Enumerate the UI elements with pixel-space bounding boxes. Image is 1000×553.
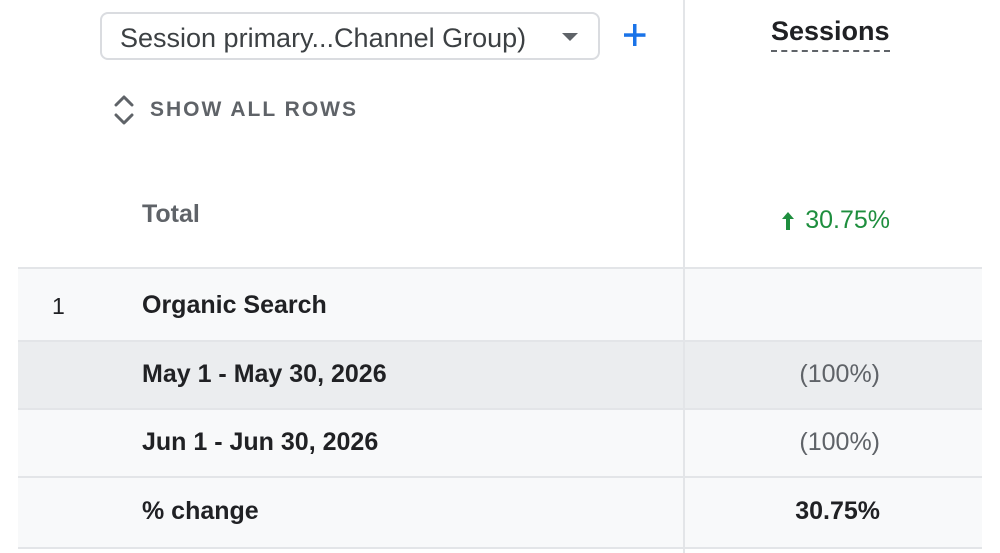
row-label: Jun 1 - Jun 30, 2026 bbox=[142, 428, 379, 456]
arrow-up-icon bbox=[782, 211, 795, 230]
caret-down-icon bbox=[562, 33, 578, 41]
row-value: (100%) bbox=[799, 428, 880, 456]
table-row[interactable]: 1 Organic Search bbox=[18, 267, 982, 340]
dimension-dropdown-label: Session primary...Channel Group) bbox=[120, 23, 527, 53]
total-change: 30.75% bbox=[781, 206, 890, 235]
row-label: Organic Search bbox=[142, 291, 327, 319]
column-divider bbox=[683, 342, 685, 408]
row-label: % change bbox=[142, 497, 259, 525]
table-row[interactable]: Jun 1 - Jun 30, 2026 (100%) bbox=[18, 408, 982, 476]
total-change-value: 30.75% bbox=[805, 206, 890, 234]
table-row[interactable]: May 1 - May 30, 2026 (100%) bbox=[18, 340, 982, 408]
unfold-more-icon bbox=[114, 95, 134, 125]
sessions-column-header[interactable]: Sessions bbox=[771, 16, 890, 52]
column-divider bbox=[683, 269, 685, 340]
column-divider bbox=[683, 410, 685, 476]
add-dimension-button[interactable] bbox=[620, 18, 650, 52]
row-value: 30.75% bbox=[795, 497, 880, 525]
show-all-rows-button[interactable]: SHOW ALL ROWS bbox=[110, 90, 358, 130]
total-label: Total bbox=[142, 200, 200, 228]
table-row[interactable]: % change 30.75% bbox=[18, 476, 982, 549]
show-all-rows-label: SHOW ALL ROWS bbox=[150, 98, 358, 121]
dimension-dropdown[interactable]: Session primary...Channel Group) bbox=[100, 12, 600, 60]
column-divider bbox=[683, 478, 685, 547]
plus-icon bbox=[624, 24, 646, 46]
row-index: 1 bbox=[52, 293, 65, 319]
row-label: May 1 - May 30, 2026 bbox=[142, 360, 387, 388]
report-table: Session primary...Channel Group) SHOW AL… bbox=[0, 0, 1000, 553]
row-value: (100%) bbox=[799, 360, 880, 388]
